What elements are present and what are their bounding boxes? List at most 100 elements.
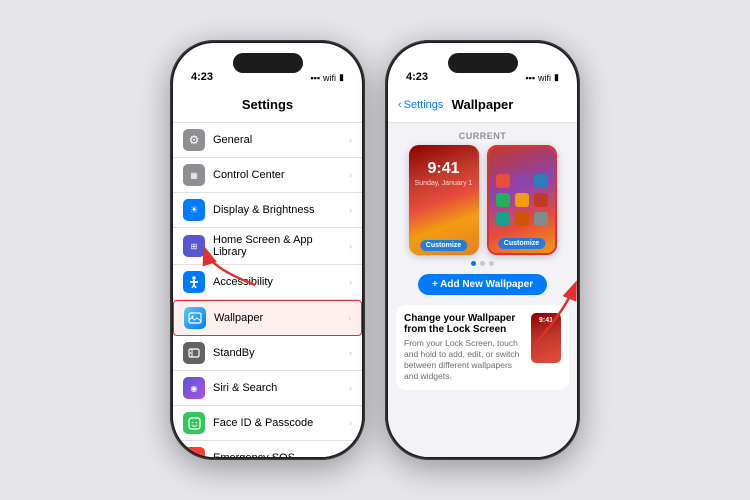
settings-item-homescreen[interactable]: ⊞ Home Screen & App Library › xyxy=(173,228,362,265)
wallpaper-info-section: Change your Wallpaper from the Lock Scre… xyxy=(396,305,569,390)
battery-icon: ▮ xyxy=(339,72,344,83)
wallpaper-previews: 9:41 Sunday, January 1 Customize xyxy=(388,145,577,255)
info-title: Change your Wallpaper from the Lock Scre… xyxy=(404,313,523,335)
signal-icon-r: ▪▪▪ xyxy=(525,73,535,83)
info-thumbnail: 9:41 xyxy=(531,313,561,363)
wallpaper-icon xyxy=(184,307,206,329)
display-icon: ☀ xyxy=(183,199,205,221)
wifi-icon-r: wifi xyxy=(538,73,551,83)
sos-label: Emergency SOS xyxy=(213,452,349,457)
homescreen-label: Home Screen & App Library xyxy=(213,234,349,258)
faceid-chevron: › xyxy=(349,418,352,428)
general-label: General xyxy=(213,134,349,146)
settings-list[interactable]: ⚙ General › ▦ Control Center › ☀ Display… xyxy=(173,123,362,457)
settings-item-display[interactable]: ☀ Display & Brightness › xyxy=(173,193,362,228)
settings-item-wallpaper[interactable]: Wallpaper › xyxy=(173,300,362,336)
dynamic-island-right xyxy=(448,53,518,73)
home-customize-btn[interactable]: Customize xyxy=(498,238,545,249)
settings-item-sos[interactable]: SOS Emergency SOS › xyxy=(173,441,362,457)
settings-section-1: ⚙ General › ▦ Control Center › ☀ Display… xyxy=(173,123,362,457)
settings-title: Settings xyxy=(242,97,293,112)
control-center-icon: ▦ xyxy=(183,164,205,186)
add-wallpaper-button[interactable]: + Add New Wallpaper xyxy=(418,274,547,295)
general-icon: ⚙ xyxy=(183,129,205,151)
wallpaper-info-text: Change your Wallpaper from the Lock Scre… xyxy=(404,313,523,382)
back-button[interactable]: ‹ Settings xyxy=(398,99,443,111)
phone-screen-left: 4:23 ▪▪▪ wifi ▮ Settings ⚙ General xyxy=(173,43,362,457)
wallpaper-page-title: Wallpaper xyxy=(452,97,514,112)
app-dot xyxy=(534,193,548,207)
sos-chevron: › xyxy=(349,453,352,457)
app-dot xyxy=(534,212,548,226)
wallpaper-content: CURRENT 9:41 Sunday, January 1 Customize xyxy=(388,123,577,457)
app-dot xyxy=(534,174,548,188)
homescreen-icon: ⊞ xyxy=(183,235,205,257)
control-center-label: Control Center xyxy=(213,169,349,181)
siri-icon: ◉ xyxy=(183,377,205,399)
siri-label: Siri & Search xyxy=(213,382,349,394)
lock-time: 9:41 xyxy=(427,160,459,178)
back-label: Settings xyxy=(404,99,444,111)
homescreen-chevron: › xyxy=(349,241,352,251)
control-center-chevron: › xyxy=(349,170,352,180)
time-right: 4:23 xyxy=(406,71,428,83)
status-icons-right: ▪▪▪ wifi ▮ xyxy=(525,72,559,83)
app-dot xyxy=(496,174,510,188)
app-dot xyxy=(496,212,510,226)
dot-1 xyxy=(471,261,476,266)
app-dot xyxy=(496,193,510,207)
app-row-1 xyxy=(496,174,548,188)
settings-item-standby[interactable]: StandBy › xyxy=(173,336,362,371)
sos-icon: SOS xyxy=(183,447,205,457)
settings-item-faceid[interactable]: Face ID & Passcode › xyxy=(173,406,362,441)
phone-screen-right: 4:23 ▪▪▪ wifi ▮ ‹ Settings Wallpaper CUR… xyxy=(388,43,577,457)
standby-chevron: › xyxy=(349,348,352,358)
current-label: CURRENT xyxy=(388,123,577,145)
wifi-icon: wifi xyxy=(323,73,336,83)
general-chevron: › xyxy=(349,135,352,145)
wallpaper-header: ‹ Settings Wallpaper xyxy=(388,87,577,123)
app-dot xyxy=(515,212,529,226)
accessibility-icon xyxy=(183,271,205,293)
thumb-time: 9:41 xyxy=(539,317,553,324)
info-desc: From your Lock Screen, touch and hold to… xyxy=(404,338,523,382)
display-chevron: › xyxy=(349,205,352,215)
settings-item-general[interactable]: ⚙ General › xyxy=(173,123,362,158)
dot-2 xyxy=(480,261,485,266)
wallpaper-chevron: › xyxy=(348,313,351,323)
lock-screen-bg: 9:41 Sunday, January 1 xyxy=(409,145,479,255)
page-dots xyxy=(388,255,577,272)
status-icons-left: ▪▪▪ wifi ▮ xyxy=(310,72,344,83)
phone-left: 4:23 ▪▪▪ wifi ▮ Settings ⚙ General xyxy=(170,40,365,460)
standby-label: StandBy xyxy=(213,347,349,359)
settings-header: Settings xyxy=(173,87,362,123)
back-chevron: ‹ xyxy=(398,99,402,111)
accessibility-label: Accessibility xyxy=(213,276,349,288)
app-row-3 xyxy=(496,212,548,226)
standby-icon xyxy=(183,342,205,364)
app-dot xyxy=(515,174,529,188)
settings-item-control-center[interactable]: ▦ Control Center › xyxy=(173,158,362,193)
app-dot xyxy=(515,193,529,207)
home-screen-preview[interactable]: Customize xyxy=(487,145,557,255)
phone-right: 4:23 ▪▪▪ wifi ▮ ‹ Settings Wallpaper CUR… xyxy=(385,40,580,460)
add-wallpaper-section: + Add New Wallpaper xyxy=(388,272,577,301)
accessibility-chevron: › xyxy=(349,277,352,287)
wallpaper-label: Wallpaper xyxy=(214,312,348,324)
settings-item-accessibility[interactable]: Accessibility › xyxy=(173,265,362,300)
phone-shell-left: 4:23 ▪▪▪ wifi ▮ Settings ⚙ General xyxy=(170,40,365,460)
time-left: 4:23 xyxy=(191,71,213,83)
dot-3 xyxy=(489,261,494,266)
signal-icon: ▪▪▪ xyxy=(310,73,320,83)
lock-date: Sunday, January 1 xyxy=(415,180,473,187)
phone-shell-right: 4:23 ▪▪▪ wifi ▮ ‹ Settings Wallpaper CUR… xyxy=(385,40,580,460)
app-row-2 xyxy=(496,193,548,207)
battery-icon-r: ▮ xyxy=(554,72,559,83)
dynamic-island-left xyxy=(233,53,303,73)
display-label: Display & Brightness xyxy=(213,204,349,216)
lock-screen-preview[interactable]: 9:41 Sunday, January 1 Customize xyxy=(409,145,479,255)
siri-chevron: › xyxy=(349,383,352,393)
faceid-icon xyxy=(183,412,205,434)
settings-item-siri[interactable]: ◉ Siri & Search › xyxy=(173,371,362,406)
lock-customize-btn[interactable]: Customize xyxy=(420,240,467,251)
